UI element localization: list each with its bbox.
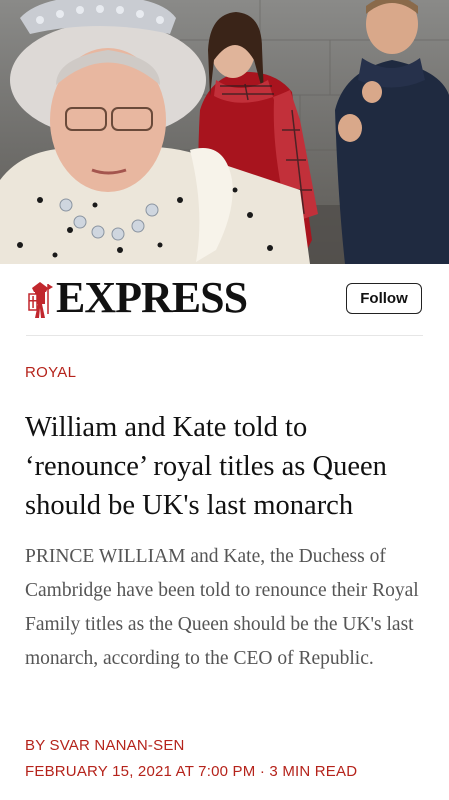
article-byline[interactable]: BY SVAR NANAN-SEN [25, 737, 185, 754]
divider [26, 335, 423, 336]
follow-button[interactable]: Follow [346, 283, 422, 314]
publisher-logo[interactable]: EXPRESS [56, 272, 248, 324]
hero-illustration [0, 0, 449, 264]
crusader-knight-logo-icon [28, 282, 53, 318]
category-label[interactable]: ROYAL [25, 364, 76, 381]
article-standfirst: PRINCE WILLIAM and Kate, the Duchess of … [25, 546, 419, 669]
publish-date: FEBRUARY 15, 2021 AT 7:00 PM [25, 763, 256, 780]
meta-separator: · [259, 763, 266, 780]
article-meta: FEBRUARY 15, 2021 AT 7:00 PM · 3 MIN REA… [25, 763, 357, 780]
hero-image [0, 0, 449, 264]
article-headline: William and Kate told to ‘renounce’ roya… [25, 412, 387, 521]
read-time: 3 MIN READ [269, 763, 358, 780]
